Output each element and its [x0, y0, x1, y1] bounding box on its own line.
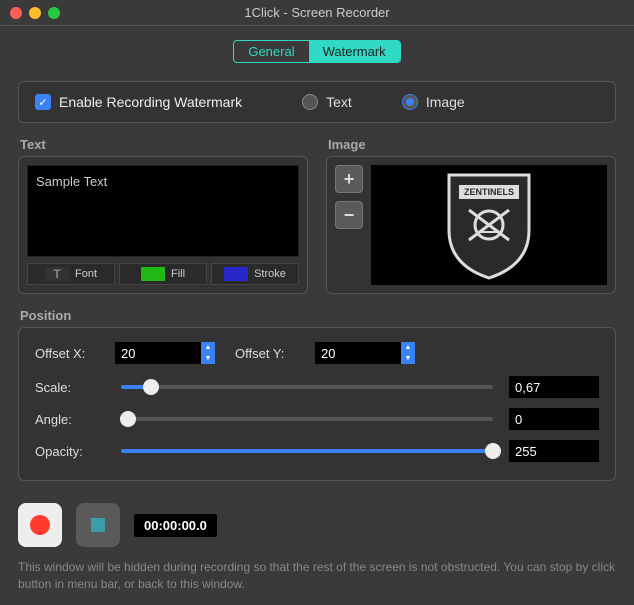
footer: 00:00:00.0 This window will be hidden du…: [0, 491, 634, 605]
tab-watermark[interactable]: Watermark: [309, 41, 400, 62]
position-panel: Offset X: 20 ▲▼ Offset Y: 20 ▲▼ Scale: 0…: [18, 327, 616, 481]
remove-image-button[interactable]: −: [335, 201, 363, 229]
fill-swatch: [141, 267, 165, 281]
slider-thumb[interactable]: [120, 411, 136, 427]
window-title: 1Click - Screen Recorder: [0, 5, 634, 20]
image-section-label: Image: [328, 137, 616, 152]
text-panel: Sample Text T Font Fill Stroke: [18, 156, 308, 294]
radio-icon: [402, 94, 418, 110]
enable-panel: ✓ Enable Recording Watermark Text Image: [18, 81, 616, 123]
radio-text-label: Text: [326, 94, 352, 110]
enable-watermark-checkbox[interactable]: ✓: [35, 94, 51, 110]
timer-display: 00:00:00.0: [134, 514, 217, 537]
stop-icon: [91, 518, 105, 532]
offset-x-stepper[interactable]: ▲▼: [201, 342, 215, 364]
watermark-text-input[interactable]: Sample Text: [27, 165, 299, 257]
record-icon: [30, 515, 50, 535]
opacity-value[interactable]: 255: [509, 440, 599, 462]
stop-button[interactable]: [76, 503, 120, 547]
enable-watermark-label: Enable Recording Watermark: [59, 94, 242, 110]
record-button[interactable]: [18, 503, 62, 547]
stroke-swatch: [224, 267, 248, 281]
watermark-type-image[interactable]: Image: [402, 94, 465, 110]
titlebar: 1Click - Screen Recorder: [0, 0, 634, 26]
radio-image-label: Image: [426, 94, 465, 110]
image-preview: ZENTINELS: [371, 165, 607, 285]
offset-y-input[interactable]: 20 ▲▼: [315, 342, 415, 364]
angle-value[interactable]: 0: [509, 408, 599, 430]
slider-thumb[interactable]: [143, 379, 159, 395]
fill-button[interactable]: Fill: [119, 263, 207, 285]
scale-slider[interactable]: [121, 385, 493, 389]
fill-label: Fill: [171, 268, 185, 280]
image-panel: + − ZENTINELS: [326, 156, 616, 294]
add-image-button[interactable]: +: [335, 165, 363, 193]
svg-text:ZENTINELS: ZENTINELS: [464, 187, 514, 197]
stroke-label: Stroke: [254, 268, 286, 280]
watermark-type-text[interactable]: Text: [302, 94, 352, 110]
angle-slider[interactable]: [121, 417, 493, 421]
slider-thumb[interactable]: [485, 443, 501, 459]
scale-value[interactable]: 0,67: [509, 376, 599, 398]
offset-x-label: Offset X:: [35, 346, 105, 361]
offset-x-input[interactable]: 20 ▲▼: [115, 342, 215, 364]
scale-label: Scale:: [35, 380, 105, 395]
text-section-label: Text: [20, 137, 308, 152]
watermark-logo: ZENTINELS: [439, 170, 539, 280]
offset-y-label: Offset Y:: [235, 346, 305, 361]
opacity-slider[interactable]: [121, 449, 493, 453]
footer-hint: This window will be hidden during record…: [18, 559, 616, 593]
font-button[interactable]: T Font: [27, 263, 115, 285]
position-section-label: Position: [20, 308, 616, 323]
tab-bar: General Watermark: [18, 40, 616, 63]
opacity-label: Opacity:: [35, 444, 105, 459]
text-icon: T: [45, 267, 69, 281]
font-label: Font: [75, 268, 97, 280]
stroke-button[interactable]: Stroke: [211, 263, 299, 285]
angle-label: Angle:: [35, 412, 105, 427]
offset-y-stepper[interactable]: ▲▼: [401, 342, 415, 364]
tab-general[interactable]: General: [234, 41, 308, 62]
radio-icon: [302, 94, 318, 110]
